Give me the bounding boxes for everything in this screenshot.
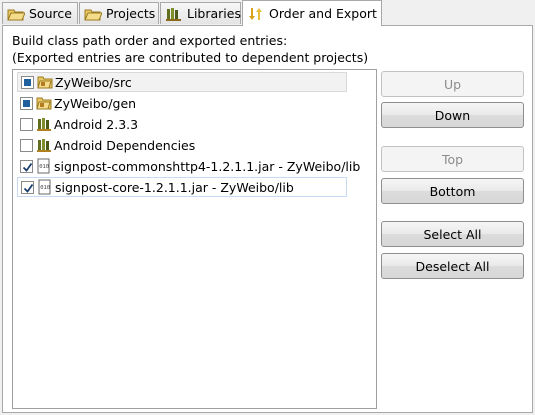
down-button[interactable]: Down xyxy=(381,102,524,128)
entry-label: Android 2.3.3 xyxy=(54,116,139,132)
classpath-entries-list[interactable]: ZyWeibo/src ZyWeibo/gen Android 2.3.3 An… xyxy=(12,69,377,409)
tab-label: Order and Export xyxy=(269,6,377,21)
library-icon xyxy=(36,137,52,153)
tab-label: Projects xyxy=(106,6,156,21)
tab-strip: Source Projects Libraries Order and Expo… xyxy=(0,0,535,26)
library-icon xyxy=(36,116,52,132)
tab-label: Source xyxy=(29,6,72,21)
bottom-button[interactable]: Bottom xyxy=(381,178,524,204)
list-item[interactable]: ZyWeibo/src xyxy=(17,72,347,92)
package-folder-icon xyxy=(36,95,52,111)
list-item[interactable]: ZyWeibo/gen xyxy=(17,93,347,113)
export-checkbox[interactable] xyxy=(20,96,33,110)
export-checkbox[interactable] xyxy=(20,159,33,173)
tab-projects[interactable]: Projects xyxy=(79,2,159,24)
checkmark-icon xyxy=(23,183,34,193)
list-item[interactable]: Android 2.3.3 xyxy=(17,114,347,134)
jar-icon: 010 xyxy=(37,179,53,195)
entry-label: ZyWeibo/src xyxy=(55,74,132,90)
tab-order-and-export[interactable]: Order and Export xyxy=(242,0,382,26)
list-item[interactable]: Android Dependencies xyxy=(17,135,347,155)
order-and-export-panel: Build class path order and exported entr… xyxy=(2,25,533,413)
tab-label: Libraries xyxy=(187,6,241,21)
select-all-button[interactable]: Select All xyxy=(381,221,524,247)
libraries-icon xyxy=(165,6,183,22)
projects-folder-icon xyxy=(84,6,103,22)
up-button[interactable]: Up xyxy=(381,71,524,97)
export-checkbox[interactable] xyxy=(21,180,34,194)
order-export-icon xyxy=(247,6,265,22)
tab-source[interactable]: Source xyxy=(2,2,78,24)
jar-icon: 010 xyxy=(36,158,52,174)
export-checkbox[interactable] xyxy=(20,138,33,152)
description-line-2: (Exported entries are contributed to dep… xyxy=(12,50,369,65)
export-checkbox[interactable] xyxy=(21,75,34,89)
entry-label: Android Dependencies xyxy=(54,137,196,153)
entry-label: signpost-core-1.2.1.1.jar - ZyWeibo/lib xyxy=(55,179,294,195)
package-folder-icon xyxy=(37,74,53,90)
checkmark-icon xyxy=(22,162,33,172)
export-checkbox[interactable] xyxy=(20,117,33,131)
entry-label: signpost-commonshttp4-1.2.1.1.jar - ZyWe… xyxy=(54,158,361,174)
description-line-1: Build class path order and exported entr… xyxy=(12,33,288,48)
entry-label: ZyWeibo/gen xyxy=(54,95,137,111)
svg-text:010: 010 xyxy=(40,185,50,191)
tab-libraries[interactable]: Libraries xyxy=(160,2,241,24)
source-folder-icon xyxy=(7,6,26,22)
list-item[interactable]: 010 signpost-commonshttp4-1.2.1.1.jar - … xyxy=(17,156,360,176)
description: Build class path order and exported entr… xyxy=(12,32,368,66)
svg-text:010: 010 xyxy=(39,164,49,170)
top-button[interactable]: Top xyxy=(381,146,524,172)
list-item[interactable]: 010 signpost-core-1.2.1.1.jar - ZyWeibo/… xyxy=(17,177,347,197)
deselect-all-button[interactable]: Deselect All xyxy=(381,253,524,279)
